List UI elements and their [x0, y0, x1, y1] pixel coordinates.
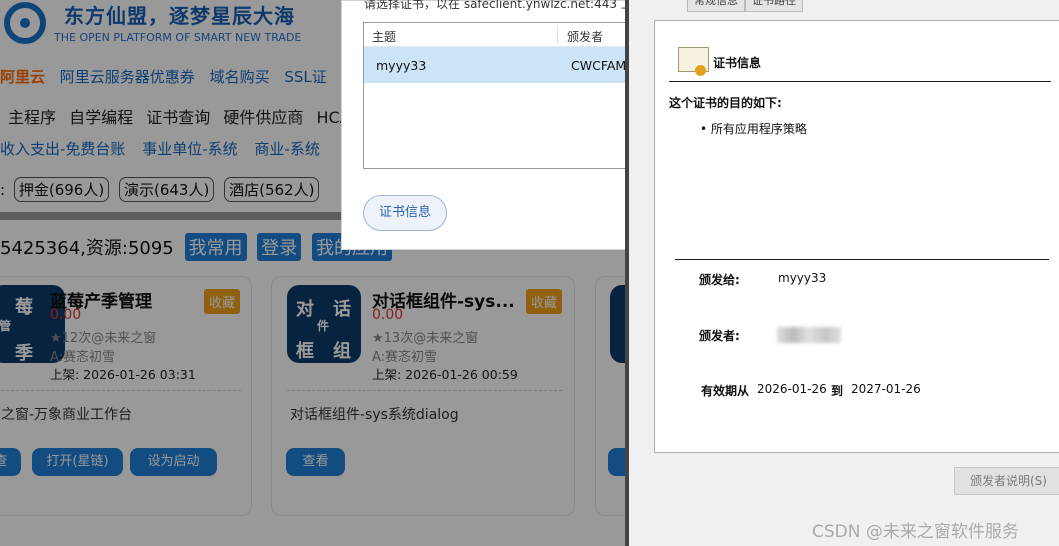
cert-list-header: 主题 颁发者 — [364, 23, 632, 47]
tab-cert-path[interactable]: 证书路径 — [745, 0, 803, 12]
valid-to: 2027-01-26 — [851, 382, 921, 396]
certificate-icon — [678, 47, 709, 76]
issued-by-redacted — [777, 327, 841, 343]
validity-label: 有效期从 — [701, 384, 750, 398]
cert-info-panel: 证书信息 这个证书的目的如下: • 所有应用程序策略 颁发给: myyy33 颁… — [654, 20, 1059, 453]
purpose-item: • 所有应用程序策略 — [700, 122, 807, 136]
select-cert-prompt: 请选择证书，以在 safeclient.ynwlzc.net:443 上验 — [364, 0, 645, 11]
cert-tabs: 常规信息 证书路径 — [687, 0, 803, 12]
divider — [675, 259, 1049, 260]
cert-row[interactable]: myyy33 CWCFAM — [364, 47, 632, 83]
cert-info-title: 证书信息 — [713, 56, 762, 70]
cert-subject: myyy33 — [376, 58, 427, 73]
validity-to-label: 到 — [831, 384, 844, 398]
column-subject[interactable]: 主题 — [372, 28, 396, 45]
column-issuer[interactable]: 颁发者 — [567, 28, 603, 45]
cert-issuer: CWCFAM — [571, 58, 627, 73]
cert-info-button[interactable]: 证书信息 — [363, 195, 447, 231]
valid-from: 2026-01-26 — [757, 382, 827, 396]
cert-details-window: 常规信息 证书路径 证书信息 这个证书的目的如下: • 所有应用程序策略 颁发给:… — [625, 0, 1059, 546]
purpose-heading: 这个证书的目的如下: — [669, 96, 782, 110]
cert-list[interactable]: 主题 颁发者 myyy33 CWCFAM — [363, 22, 633, 169]
select-cert-dialog: 请选择证书，以在 safeclient.ynwlzc.net:443 上验 主题… — [341, 0, 645, 250]
divider — [669, 81, 1051, 82]
issued-to-value: myyy33 — [778, 271, 827, 285]
issuer-statement-button[interactable]: 颁发者说明(S) — [954, 467, 1059, 495]
tab-general[interactable]: 常规信息 — [687, 0, 745, 12]
issued-to-label: 颁发给: — [699, 273, 740, 287]
watermark: CSDN @未来之窗软件服务 — [812, 522, 1019, 542]
issued-by-label: 颁发者: — [699, 329, 740, 343]
